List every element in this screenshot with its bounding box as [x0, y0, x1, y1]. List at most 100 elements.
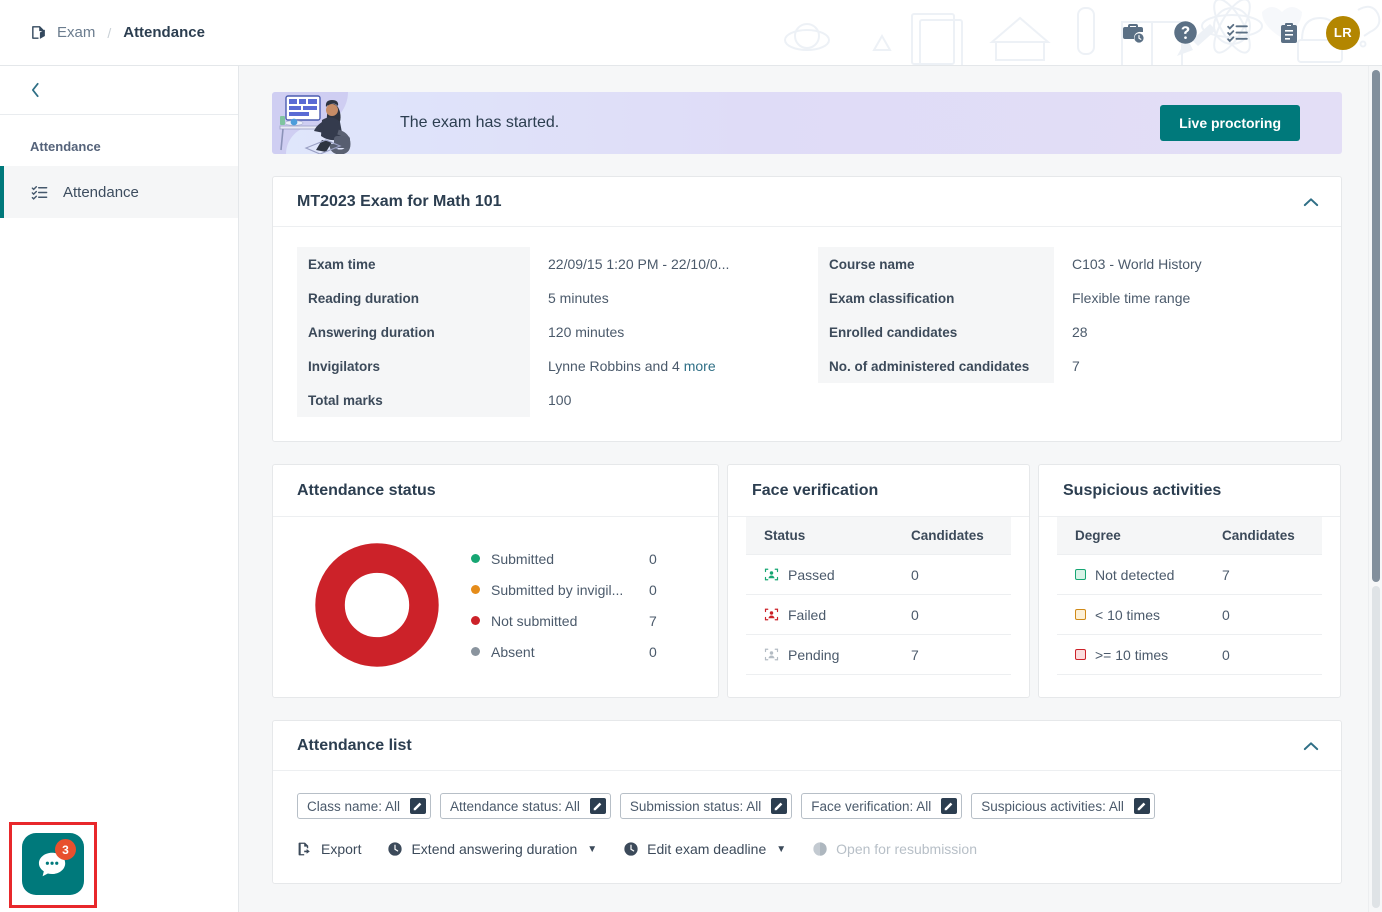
table-row: Not detected 7 [1057, 554, 1322, 595]
invigilators-more-link[interactable]: more [684, 358, 716, 374]
filter-attendance-status[interactable]: Attendance status: All [440, 793, 611, 819]
cell-status: Pending [746, 634, 893, 675]
cell-degree: >= 10 times [1057, 634, 1204, 675]
sidebar-section-title: Attendance [30, 139, 101, 154]
attendance-list-toolbar: Export Extend answering duration ▼ Edit … [273, 819, 1341, 883]
face-scan-pass-icon [764, 568, 779, 581]
extend-answering-duration-button[interactable]: Extend answering duration ▼ [387, 841, 597, 857]
breadcrumb-exam-link[interactable]: Exam [57, 24, 95, 41]
filter-face-verification[interactable]: Face verification: All [801, 793, 963, 819]
cell-degree: < 10 times [1057, 594, 1204, 635]
list-item: Absent 0 [471, 636, 698, 667]
filter-suspicious-activities[interactable]: Suspicious activities: All [971, 793, 1155, 819]
detail-value: 7 [1072, 358, 1080, 374]
list-item: Submitted 0 [471, 543, 698, 574]
suspicious-activities-card: Suspicious activities Degree Candidates [1038, 464, 1341, 698]
breadcrumb-separator: / [107, 24, 112, 41]
filter-class-name[interactable]: Class name: All [297, 793, 432, 819]
attendance-list-header: Attendance list [273, 721, 1341, 771]
cell-label: Pending [788, 646, 840, 663]
column-header-degree: Degree [1057, 517, 1204, 555]
detail-value: C103 - World History [1072, 256, 1202, 272]
toolbar-label: Open for resubmission [836, 841, 977, 857]
face-scan-pending-icon [764, 648, 779, 661]
table-row: Answering duration 120 minutes [297, 315, 796, 349]
table-row: Exam time 22/09/15 1:20 PM - 22/10/0... [297, 247, 796, 281]
chevron-down-icon: ▼ [587, 843, 598, 855]
cell-degree: Not detected [1057, 554, 1204, 595]
chevron-up-icon[interactable] [1303, 197, 1319, 207]
edit-icon[interactable] [589, 798, 606, 814]
detail-value: 5 minutes [548, 290, 609, 306]
clipboard-icon[interactable] [1274, 18, 1304, 48]
face-verification-card: Face verification Status Candidates Pass… [727, 464, 1030, 698]
table-row: Total marks 100 [297, 383, 796, 417]
detail-key: Answering duration [297, 315, 530, 349]
table-row: Course name C103 - World History [818, 247, 1317, 281]
sidebar-item-attendance[interactable]: Attendance [0, 166, 238, 218]
suspicious-activities-header: Suspicious activities [1039, 465, 1340, 517]
scrollbar-thumb[interactable] [1372, 70, 1380, 582]
chevron-up-icon[interactable] [1303, 741, 1319, 751]
exam-detail-right-column: Course name C103 - World History Exam cl… [796, 247, 1317, 417]
legend-value: 0 [649, 643, 657, 660]
edit-icon[interactable] [1133, 798, 1150, 814]
table-row: Invigilators Lynne Robbins and 4 more [297, 349, 796, 383]
column-header-status: Status [746, 517, 893, 555]
export-button[interactable]: Export [297, 841, 361, 857]
checklist-icon [30, 183, 49, 202]
checklist-icon[interactable] [1222, 18, 1252, 48]
exam-icon [30, 24, 47, 41]
avatar[interactable]: LR [1326, 15, 1360, 50]
detail-key: Course name [818, 247, 1054, 281]
live-proctoring-button[interactable]: Live proctoring [1160, 105, 1300, 141]
cell-candidates: 0 [1204, 634, 1322, 675]
edit-exam-deadline-button[interactable]: Edit exam deadline ▼ [623, 841, 786, 857]
detail-key: Invigilators [297, 349, 530, 383]
list-item: Not submitted 7 [471, 605, 698, 636]
legend-dot-not-submitted [471, 616, 480, 625]
attendance-status-body: Submitted 0 Submitted by invigil... 0 No… [273, 517, 718, 697]
detail-value: 100 [548, 392, 572, 408]
severity-square-over-10 [1075, 649, 1086, 660]
edit-icon[interactable] [771, 798, 788, 814]
detail-key: Exam time [297, 247, 530, 281]
vertical-scrollbar[interactable] [1368, 66, 1382, 912]
filter-submission-status[interactable]: Submission status: All [619, 793, 793, 819]
face-scan-fail-icon [764, 608, 779, 621]
filter-label: Submission status: All [629, 798, 762, 814]
help-circle-icon[interactable] [1170, 18, 1200, 48]
attendance-donut-chart [315, 543, 439, 667]
filter-label: Suspicious activities: All [981, 798, 1124, 814]
briefcase-clock-icon[interactable] [1118, 18, 1148, 48]
table-row: Passed 0 [746, 554, 1011, 595]
sidebar-collapse-button[interactable] [0, 66, 238, 115]
edit-icon[interactable] [941, 798, 958, 814]
detail-value: Lynne Robbins and 4 more [530, 358, 716, 374]
edit-icon[interactable] [410, 798, 427, 814]
column-header-candidates: Candidates [1204, 517, 1322, 555]
breadcrumb: Exam / Attendance [0, 24, 205, 41]
cell-status: Failed [746, 594, 893, 635]
cell-label: < 10 times [1095, 606, 1160, 623]
attendance-filters: Class name: All Attendance status: All S… [273, 771, 1341, 819]
invigilators-text: Lynne Robbins and 4 [548, 358, 684, 374]
chat-widget-button[interactable]: 3 [22, 833, 84, 895]
page-title: MT2023 Exam for Math 101 [297, 193, 502, 210]
detail-key: Total marks [297, 383, 530, 417]
toolbar-label: Export [321, 841, 362, 857]
legend-dot-submitted [471, 554, 480, 563]
table-row: No. of administered candidates 7 [818, 349, 1317, 383]
cell-candidates: 0 [893, 554, 1011, 595]
export-icon [298, 842, 310, 856]
main-content: The exam has started. Live proctoring MT… [239, 66, 1382, 912]
cell-candidates: 0 [1204, 594, 1322, 635]
cell-candidates: 7 [893, 634, 1011, 675]
face-verification-table-wrap: Status Candidates Passed 0 Failed 0 Pend… [728, 517, 1029, 675]
table-row: Pending 7 [746, 634, 1011, 675]
detail-key: Enrolled candidates [818, 315, 1054, 349]
legend-label: Absent [491, 643, 535, 660]
attendance-status-title: Attendance status [297, 482, 436, 499]
scrollbar-track-rest [1372, 586, 1380, 908]
list-item: Submitted by invigil... 0 [471, 574, 698, 605]
